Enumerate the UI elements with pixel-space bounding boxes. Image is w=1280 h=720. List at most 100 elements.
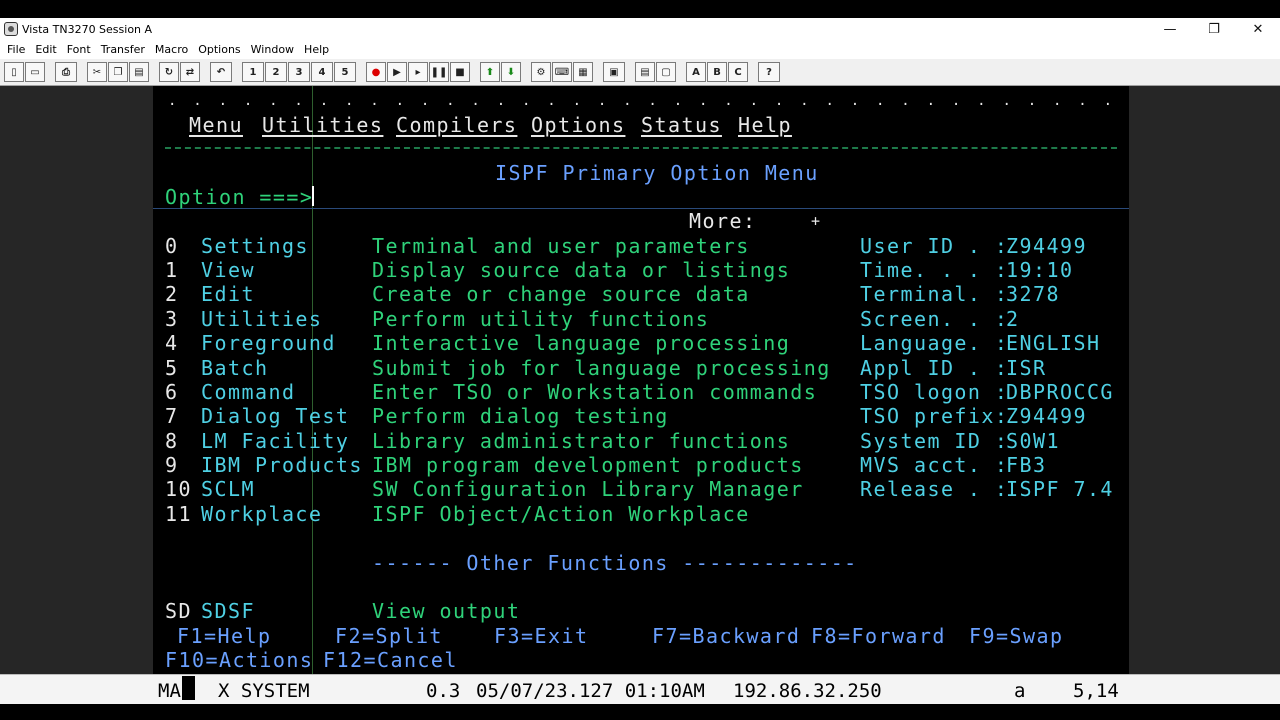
status-mode: a [1014,680,1026,702]
download-icon[interactable]: ⬇ [501,62,521,82]
action-status[interactable]: Status [641,114,722,136]
menu-edit[interactable]: Edit [30,43,61,56]
fkey-f12[interactable]: F12=Cancel [323,649,458,671]
info-label: Appl ID . : [860,356,1009,380]
option-name[interactable]: Workplace [201,503,322,525]
option-name[interactable]: Dialog Test [201,405,349,427]
option-name[interactable]: Settings [201,235,309,257]
macro-2-button[interactable]: 2 [265,62,287,82]
action-help[interactable]: Help [738,114,792,136]
action-menu[interactable]: Menu [189,114,243,136]
sdsf-name[interactable]: SDSF [201,600,255,622]
fkey-f10[interactable]: F10=Actions [165,649,313,671]
option-name[interactable]: Foreground [201,332,336,354]
option-name[interactable]: LM Facility [201,430,349,452]
cut-icon[interactable]: ✂ [87,62,107,82]
option-name[interactable]: Batch [201,357,268,379]
info-value: 2 [1006,307,1020,331]
option-description: SW Configuration Library Manager [372,477,804,501]
step-icon[interactable]: ▸ [408,62,428,82]
session-a-button[interactable]: A [686,62,706,82]
action-compilers[interactable]: Compilers [396,114,517,136]
fkey-f7[interactable]: F7=Backward [652,625,800,647]
menu-font[interactable]: Font [62,43,96,56]
restore-button[interactable]: ❐ [1192,18,1236,40]
notes-icon[interactable]: ▤ [635,62,655,82]
menu-window[interactable]: Window [246,43,299,56]
fkey-f2[interactable]: F2=Split [335,625,443,647]
close-button[interactable]: ✕ [1236,18,1280,40]
option-name[interactable]: SCLM [201,478,255,500]
screen-capture-icon[interactable]: ▣ [603,62,625,82]
status-cursor-position: 5,14 [1073,680,1119,702]
fkey-f1[interactable]: F1=Help [177,625,271,647]
open-folder-icon[interactable]: ▭ [25,62,45,82]
info-value: ENGLISH [1006,331,1101,355]
more-label: More: [689,209,757,233]
option-name[interactable]: Utilities [201,308,322,330]
info-label: MVS acct. : [860,453,1009,477]
menu-file[interactable]: File [2,43,30,56]
option-description: IBM program development products [372,453,804,477]
paste-icon[interactable]: ▤ [129,62,149,82]
reconnect-icon[interactable]: ↻ [159,62,179,82]
terminal-screen[interactable]: . . . . . . . . . . . . . . . . . . . . … [153,86,1129,674]
disconnect-icon[interactable]: ⇄ [180,62,200,82]
option-description: Library administrator functions [372,429,791,453]
info-label: Language. : [860,331,1009,355]
option-description: Terminal and user parameters [372,234,750,258]
grid-icon[interactable]: ▦ [573,62,593,82]
option-name[interactable]: Edit [201,283,255,305]
option-number: 2 [165,282,179,306]
info-label: Release . : [860,477,1009,501]
macro-3-button[interactable]: 3 [288,62,310,82]
record-icon[interactable]: ● [366,62,386,82]
action-utilities[interactable]: Utilities [262,114,383,136]
action-options[interactable]: Options [531,114,625,136]
new-file-icon[interactable]: ▯ [4,62,24,82]
toolbar: ▯ ▭ ⎙ ✂ ❐ ▤ ↻ ⇄ ↶ 1 2 3 4 5 ● ▶ ▸ ❚❚ ■ ⬆… [0,59,1280,86]
print-icon[interactable]: ⎙ [55,62,77,82]
separator-line [165,147,1117,149]
upload-icon[interactable]: ⬆ [480,62,500,82]
option-name[interactable]: IBM Products [201,454,363,476]
macro-4-button[interactable]: 4 [311,62,333,82]
macro-1-button[interactable]: 1 [242,62,264,82]
minimize-button[interactable]: — [1148,18,1192,40]
fkey-f3[interactable]: F3=Exit [494,625,588,647]
stop-icon[interactable]: ■ [450,62,470,82]
menu-help[interactable]: Help [299,43,334,56]
session-b-button[interactable]: B [707,62,727,82]
info-label: TSO prefix: [860,404,1009,428]
fkey-f8[interactable]: F8=Forward [811,625,946,647]
help-button[interactable]: ? [758,62,780,82]
pause-icon[interactable]: ❚❚ [429,62,449,82]
menu-transfer[interactable]: Transfer [96,43,150,56]
copy-icon[interactable]: ❐ [108,62,128,82]
sdsf-description: View output [372,599,521,623]
macro-5-button[interactable]: 5 [334,62,356,82]
option-prompt: Option ===> [165,185,314,209]
option-name[interactable]: Command [201,381,295,403]
menu-macro[interactable]: Macro [150,43,193,56]
session-c-button[interactable]: C [728,62,748,82]
option-number: 9 [165,453,179,477]
play-icon[interactable]: ▶ [387,62,407,82]
option-description: Enter TSO or Workstation commands [372,380,818,404]
undo-icon[interactable]: ↶ [210,62,232,82]
option-number: 1 [165,258,179,282]
menu-options[interactable]: Options [193,43,245,56]
option-name[interactable]: View [201,259,255,281]
option-input[interactable] [312,186,314,206]
display-icon[interactable]: ▢ [656,62,676,82]
fkey-f9[interactable]: F9=Swap [969,625,1063,647]
status-system: X SYSTEM [218,680,310,702]
info-label: User ID . : [860,234,1009,258]
keyboard-icon[interactable]: ⌨ [552,62,572,82]
info-value: ISR [1006,356,1047,380]
info-value: 19:10 [1006,258,1074,282]
status-datetime: 05/07/23.127 01:10AM [476,680,705,702]
window-title: Vista TN3270 Session A [22,22,153,36]
settings-icon[interactable]: ⚙ [531,62,551,82]
option-number: 8 [165,429,179,453]
